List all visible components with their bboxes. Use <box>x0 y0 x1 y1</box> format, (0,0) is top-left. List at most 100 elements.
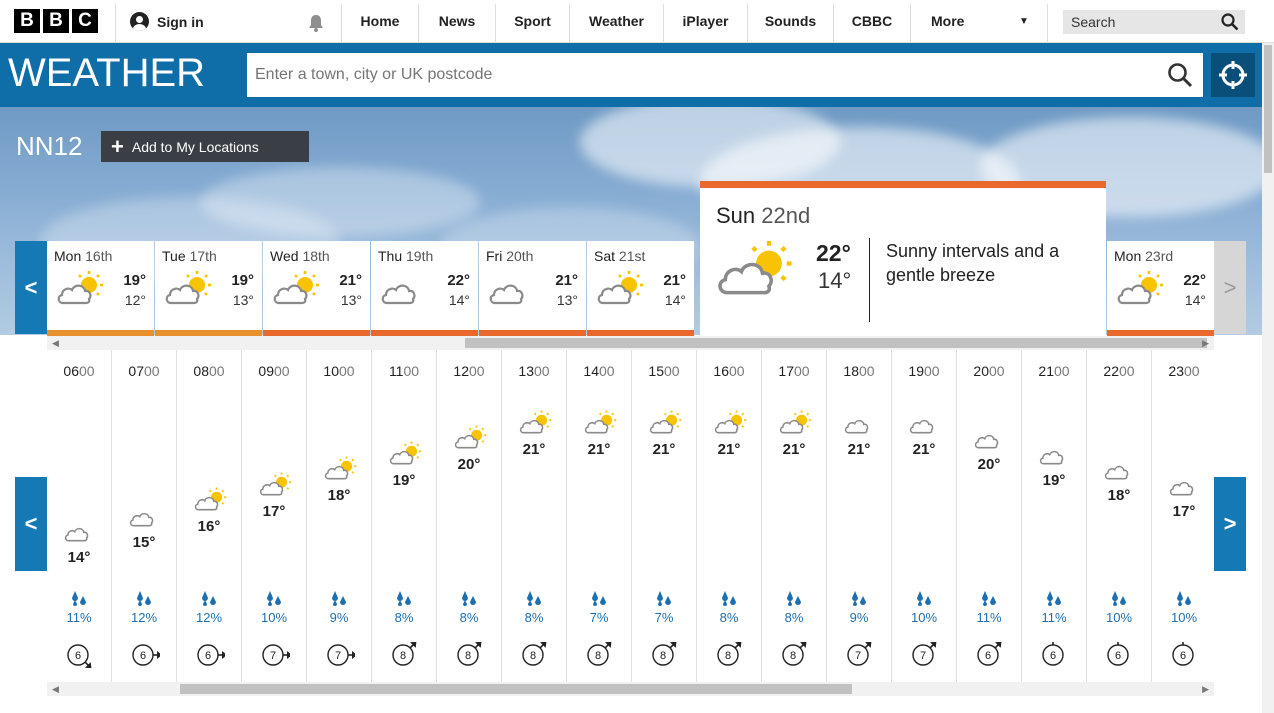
hour-column[interactable]: 1900 21° 10% 7 <box>892 350 957 682</box>
hour-column[interactable]: 2300 17° 10% 6 <box>1152 350 1214 682</box>
hourly-scrollbar-bottom[interactable]: ◀ ▶ <box>47 682 1214 696</box>
selected-day-card[interactable]: Sun 22nd 22° 14° Sunny intervals and a g… <box>700 181 1106 336</box>
wind-direction-icon: 8 <box>652 642 677 666</box>
page-scrollbar[interactable] <box>1262 43 1274 713</box>
signin-link[interactable]: Sign in <box>130 12 204 31</box>
hour-temperature: 17° <box>1172 502 1196 520</box>
hour-hh: 10 <box>323 363 339 379</box>
location-name: NN12 <box>16 131 83 161</box>
cloud-icon <box>843 409 879 437</box>
scroll-right-arrow-icon[interactable]: ▶ <box>1202 682 1209 696</box>
hour-mm: 00 <box>729 363 745 379</box>
day-card-thu[interactable]: Thu 19th 22° 14° <box>371 241 478 336</box>
day-card-tue[interactable]: Tue 17th 19° 13° <box>155 241 262 336</box>
add-to-my-locations-button[interactable]: + Add to My Locations <box>101 131 309 162</box>
nav-item-sport[interactable]: Sport <box>496 0 569 43</box>
hour-column[interactable]: 1800 21° 9% 7 <box>827 350 892 682</box>
nav-item-iplayer[interactable]: iPlayer <box>664 0 747 43</box>
hourly-next-button[interactable]: > <box>1214 477 1246 571</box>
day-card-mon-next[interactable]: Mon 23rd 22° 14° <box>1107 241 1214 336</box>
sunny-intervals-icon <box>778 409 814 437</box>
day-card-sat[interactable]: Sat 21st 21° 14° <box>587 241 694 336</box>
hour-hh: 18 <box>843 363 859 379</box>
hour-column[interactable]: 1500 21° 7% 8 <box>632 350 697 682</box>
hour-column[interactable]: 0700 15° 12% 6 <box>112 350 177 682</box>
day-low: 14° <box>664 292 686 308</box>
hour-hh: 17 <box>778 363 794 379</box>
day-card-fri[interactable]: Fri 20th 21° 13° <box>479 241 586 336</box>
nav-item-sounds[interactable]: Sounds <box>748 0 833 43</box>
nav-item-cbbc[interactable]: CBBC <box>834 0 910 43</box>
sunny-intervals-icon <box>271 269 323 309</box>
hour-column[interactable]: 2000 20° 11% 6 <box>957 350 1022 682</box>
hour-mm: 00 <box>989 363 1005 379</box>
bell-icon[interactable] <box>306 13 326 33</box>
hour-mm: 00 <box>1054 363 1070 379</box>
nav-item-news[interactable]: News <box>419 0 495 43</box>
raindrop-icon <box>137 591 151 606</box>
hour-column[interactable]: 0800 16° 12% 6 <box>177 350 242 682</box>
search-icon[interactable] <box>1221 13 1239 31</box>
hour-column[interactable]: 2100 19° 11% 6 <box>1022 350 1087 682</box>
nav-item-weather[interactable]: Weather <box>570 0 663 43</box>
hour-column[interactable]: 1000 18° 9% 7 <box>307 350 372 682</box>
nav-item-more[interactable]: More ▼ <box>911 0 1036 43</box>
wind-direction-icon: 7 <box>847 642 872 666</box>
scrollbar-thumb[interactable] <box>465 338 1207 348</box>
hour-temperature: 21° <box>587 440 611 458</box>
hour-temperature: 18° <box>327 487 351 504</box>
day-low: 13° <box>232 292 254 308</box>
hour-column[interactable]: 1100 19° 8% 8 <box>372 350 437 682</box>
day-card-mon[interactable]: Mon 16th 19° 12° <box>47 241 154 336</box>
cloud-icon <box>1103 455 1139 483</box>
scroll-left-arrow-icon[interactable]: ◀ <box>52 682 59 696</box>
hour-column[interactable]: 0900 17° 10% 7 <box>242 350 307 682</box>
rain-chance: 8% <box>459 610 479 625</box>
day-high: 21° <box>555 272 578 289</box>
bbc-logo[interactable]: B B C <box>14 9 98 33</box>
day-label: Mon 16th <box>54 248 112 264</box>
scroll-left-arrow-icon[interactable]: ◀ <box>52 336 59 350</box>
location-search-input[interactable] <box>247 53 1203 97</box>
hour-column[interactable]: 1300 21° 8% 8 <box>502 350 567 682</box>
nav-item-home[interactable]: Home <box>342 0 418 43</box>
hour-column[interactable]: 1200 20° 8% 8 <box>437 350 502 682</box>
chevron-right-icon: > <box>1223 274 1237 300</box>
day-name: Sat <box>594 248 616 264</box>
weather-title[interactable]: WEATHER <box>8 51 205 96</box>
locate-me-button[interactable] <box>1211 53 1255 97</box>
search-icon[interactable] <box>1167 62 1193 88</box>
hour-column[interactable]: 1600 21° 8% 8 <box>697 350 762 682</box>
selected-day-label: Sun 22nd <box>716 203 810 229</box>
bbc-search-input[interactable]: Search <box>1063 10 1245 34</box>
hour-column[interactable]: 0600 14° 11% 6 <box>47 350 112 682</box>
next-days-button[interactable]: > <box>1214 241 1246 334</box>
day-high: 21° <box>663 272 686 289</box>
hour-mm: 00 <box>1184 363 1200 379</box>
hour-temperature: 21° <box>847 440 871 458</box>
raindrop-icon <box>917 591 931 606</box>
wind-direction-icon: 8 <box>457 642 482 666</box>
hour-mm: 00 <box>534 363 550 379</box>
day-name: Wed <box>270 248 299 264</box>
hourly-scrollbar-top[interactable]: ◀ ▶ <box>47 336 1214 350</box>
chevron-down-icon: ▼ <box>1019 16 1029 27</box>
hour-temperature: 20° <box>977 456 1001 473</box>
page-scrollbar-thumb[interactable] <box>1264 45 1272 173</box>
cloud-icon <box>63 517 99 545</box>
previous-days-button[interactable]: < <box>15 241 47 334</box>
hour-hh: 21 <box>1038 363 1054 379</box>
hour-temperature: 20° <box>457 456 481 473</box>
wind-direction-icon: 8 <box>392 642 417 666</box>
wind-direction-icon: 7 <box>912 642 937 666</box>
signin-label: Sign in <box>157 13 204 30</box>
hour-column[interactable]: 2200 18° 10% 6 <box>1087 350 1152 682</box>
scrollbar-thumb[interactable] <box>180 684 852 694</box>
hour-column[interactable]: 1700 21° 8% 8 <box>762 350 827 682</box>
nav-divider <box>115 4 116 42</box>
scroll-right-arrow-icon[interactable]: ▶ <box>1202 336 1209 350</box>
hourly-previous-button[interactable]: < <box>15 477 47 571</box>
day-card-wed[interactable]: Wed 18th 21° 13° <box>263 241 370 336</box>
wind-speed: 8 <box>725 650 731 662</box>
hour-column[interactable]: 1400 21° 7% 8 <box>567 350 632 682</box>
